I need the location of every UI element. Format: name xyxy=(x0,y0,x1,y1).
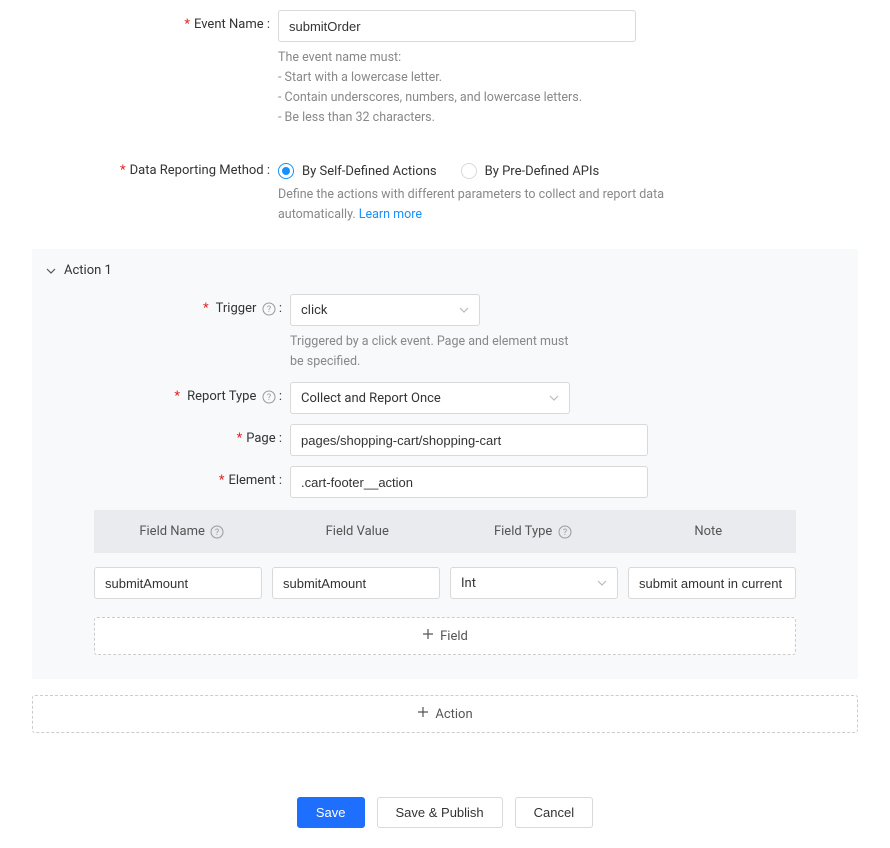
trigger-select[interactable]: click xyxy=(290,294,480,326)
svg-text:?: ? xyxy=(266,393,270,403)
plus-icon xyxy=(422,628,434,644)
note-header: Note xyxy=(621,524,797,539)
radio-unselected-icon xyxy=(461,163,477,179)
add-action-label: Action xyxy=(435,707,472,722)
field-value-header: Field Value xyxy=(270,524,446,539)
radio-predefined[interactable]: By Pre-Defined APIs xyxy=(461,163,600,179)
radio-self-defined-label: By Self-Defined Actions xyxy=(302,164,437,179)
chevron-down-icon xyxy=(46,263,56,278)
chevron-down-icon xyxy=(597,578,607,588)
save-button[interactable]: Save xyxy=(297,797,365,828)
radio-selected-icon xyxy=(278,163,294,179)
event-name-label: Event Name : xyxy=(0,10,278,32)
svg-text:?: ? xyxy=(215,528,219,538)
element-label: Element : xyxy=(46,466,290,488)
help-icon[interactable]: ? xyxy=(262,302,276,316)
reporting-method-label: Data Reporting Method : xyxy=(0,156,278,178)
action-section: Action 1 Trigger ? : click Triggered by … xyxy=(32,249,858,679)
svg-text:?: ? xyxy=(266,305,270,315)
add-field-button[interactable]: Field xyxy=(94,617,796,655)
field-name-header: Field Name ? xyxy=(94,524,270,539)
action-collapse-header[interactable]: Action 1 xyxy=(46,263,844,278)
trigger-label: Trigger ? : xyxy=(46,294,290,316)
radio-self-defined[interactable]: By Self-Defined Actions xyxy=(278,163,437,179)
field-table: Field Name ? Field Value Field Type ? No… xyxy=(94,510,796,613)
table-row: Int xyxy=(94,553,796,613)
page-input[interactable] xyxy=(290,424,648,456)
radio-predefined-label: By Pre-Defined APIs xyxy=(485,164,600,179)
plus-icon xyxy=(417,706,429,722)
field-type-select[interactable]: Int xyxy=(450,567,618,599)
report-type-label: Report Type ? : xyxy=(46,382,290,404)
cancel-button[interactable]: Cancel xyxy=(515,797,593,828)
chevron-down-icon xyxy=(549,393,559,403)
event-name-help: The event name must: - Start with a lowe… xyxy=(278,48,636,128)
add-field-label: Field xyxy=(440,629,468,644)
field-name-input[interactable] xyxy=(94,567,262,599)
help-icon[interactable]: ? xyxy=(558,525,572,539)
action-title: Action 1 xyxy=(64,263,112,278)
page-label: Page : xyxy=(46,424,290,446)
element-input[interactable] xyxy=(290,466,648,498)
event-name-input[interactable] xyxy=(278,10,636,42)
trigger-help: Triggered by a click event. Page and ele… xyxy=(290,332,570,372)
save-publish-button[interactable]: Save & Publish xyxy=(377,797,503,828)
field-value-input[interactable] xyxy=(272,567,440,599)
reporting-method-help: Define the actions with different parame… xyxy=(278,185,718,225)
field-type-header: Field Type ? xyxy=(445,524,621,539)
report-type-select[interactable]: Collect and Report Once xyxy=(290,382,570,414)
chevron-down-icon xyxy=(459,305,469,315)
learn-more-link[interactable]: Learn more xyxy=(359,207,422,222)
help-icon[interactable]: ? xyxy=(210,525,224,539)
add-action-button[interactable]: Action xyxy=(32,695,858,733)
help-icon[interactable]: ? xyxy=(262,390,276,404)
svg-text:?: ? xyxy=(562,528,566,538)
note-input[interactable] xyxy=(628,567,796,599)
